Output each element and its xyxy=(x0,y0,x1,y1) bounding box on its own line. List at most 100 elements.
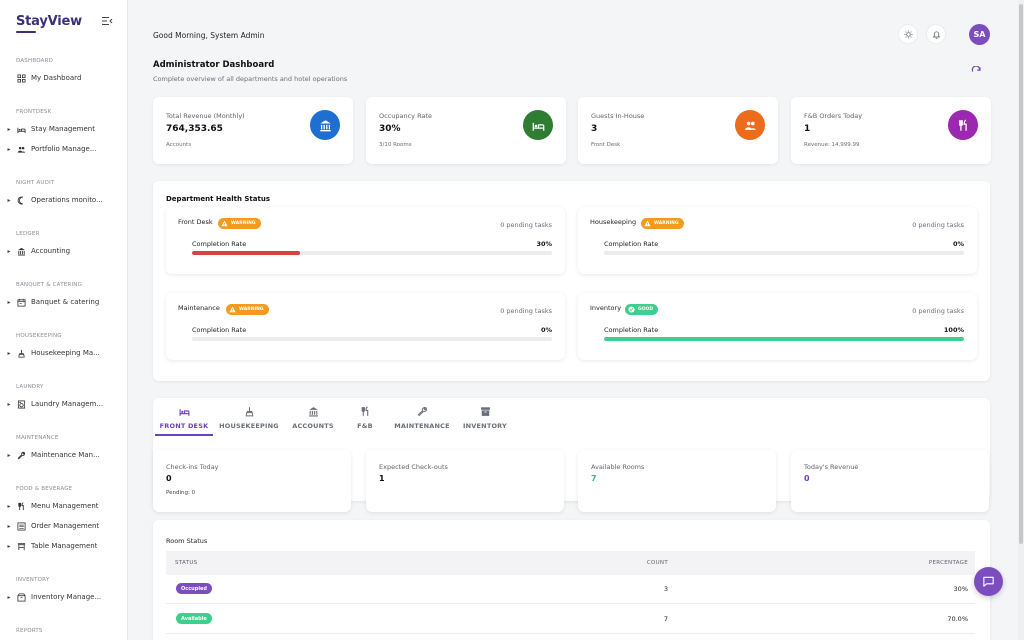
nav-section-dashboard: DASHBOARD xyxy=(16,58,54,64)
user-avatar[interactable]: SA xyxy=(969,24,990,45)
sidebar-item-inventory-manage[interactable]: ▸ Inventory Manage... xyxy=(6,589,124,605)
column-header-count[interactable]: COUNT xyxy=(647,560,668,566)
table-row[interactable]: Occupied 3 30% xyxy=(166,575,975,604)
expand-caret-icon[interactable]: ▸ xyxy=(6,523,12,530)
completion-value: 100% xyxy=(943,326,964,334)
department-card-maintenance[interactable]: Maintenance WARNING 0 pending tasks Complet… xyxy=(166,293,565,360)
sidebar-item-accounting[interactable]: ▸ Accounting xyxy=(6,243,124,259)
stat-card-total-revenue-monthly[interactable]: Total Revenue (Monthly) 764,353.65 Account… xyxy=(153,97,353,164)
chat-button[interactable] xyxy=(974,567,1003,596)
status-badge-label: WARNING xyxy=(239,307,264,312)
sidebar-item-order-management[interactable]: ▸ Order Management xyxy=(6,518,124,534)
sidebar-item-my-dashboard[interactable]: My Dashboard xyxy=(6,70,124,86)
scrollbar-thumb[interactable] xyxy=(1019,4,1023,544)
tab-housekeeping[interactable]: HOUSEKEEPING xyxy=(214,405,284,437)
warning-icon xyxy=(229,306,236,313)
status-badge-label: GOOD xyxy=(638,307,654,312)
table-icon xyxy=(16,541,26,551)
column-header-status[interactable]: STATUS xyxy=(175,560,197,566)
department-card-inventory[interactable]: Inventory GOOD 0 pending tasks Completion R… xyxy=(578,293,977,360)
sidebar-item-label: Stay Management xyxy=(31,125,95,133)
stat-card-f-b-orders-today[interactable]: F&B Orders Today 1 Revenue: 14,999.99 xyxy=(791,97,991,164)
sidebar-item-label: Table Management xyxy=(31,542,98,550)
metric-card-today-s-revenue[interactable]: Today's Revenue 0 xyxy=(791,450,989,512)
sidebar-item-operations-monito[interactable]: ▸ Operations monito... xyxy=(6,192,124,208)
sidebar-item-stay-management[interactable]: ▸ Stay Management xyxy=(6,121,124,137)
broom-icon xyxy=(245,406,253,416)
expand-caret-icon[interactable]: ▸ xyxy=(6,350,12,357)
expand-caret-icon[interactable]: ▸ xyxy=(6,248,12,255)
sidebar-item-maintenance-man[interactable]: ▸ Maintenance Man... xyxy=(6,447,124,463)
metric-label: Today's Revenue xyxy=(804,463,859,471)
table-icon xyxy=(17,542,25,550)
expand-caret-icon[interactable]: ▸ xyxy=(6,126,12,133)
box-icon xyxy=(16,592,26,602)
column-header-percentage[interactable]: PERCENTAGE xyxy=(929,560,968,566)
warning-icon xyxy=(221,220,228,227)
tab-maintenance[interactable]: MAINTENANCE xyxy=(387,405,457,437)
sidebar-item-label: Portfolio Manage... xyxy=(31,145,97,153)
metric-label: Available Rooms xyxy=(591,463,645,471)
tab-inventory[interactable]: INVENTORY xyxy=(450,405,520,437)
completion-progress-track xyxy=(604,337,964,341)
warning-icon xyxy=(229,306,236,313)
bank-icon xyxy=(307,405,319,417)
stat-label: Guests In-House xyxy=(591,112,645,120)
stat-icon-badge xyxy=(310,110,340,140)
expand-caret-icon[interactable]: ▸ xyxy=(6,197,12,204)
metric-card-check-ins-today[interactable]: Check-ins Today 0 Pending: 0 xyxy=(153,450,351,512)
sidebar-item-portfolio-manage[interactable]: ▸ Portfolio Manage... xyxy=(6,141,124,157)
tab-front-desk[interactable]: FRONT DESK xyxy=(149,405,219,437)
nav-section-food-beverage: FOOD & BEVERAGE xyxy=(16,486,73,492)
utensils-icon xyxy=(359,405,371,417)
department-card-front-desk[interactable]: Front Desk WARNING 0 pending tasks Completi… xyxy=(166,207,565,274)
grid-icon xyxy=(16,73,26,83)
expand-caret-icon[interactable]: ▸ xyxy=(6,594,12,601)
brand-logo[interactable]: StayView xyxy=(16,14,82,29)
list-icon xyxy=(16,521,26,531)
stat-value: 30% xyxy=(379,124,401,134)
metric-label: Expected Check-outs xyxy=(379,463,448,471)
pending-tasks: 0 pending tasks xyxy=(500,221,552,229)
expand-caret-icon[interactable]: ▸ xyxy=(6,503,12,510)
theme-toggle-button[interactable] xyxy=(898,24,918,44)
stat-value: 1 xyxy=(804,124,811,134)
collapse-menu-icon[interactable] xyxy=(101,16,113,26)
metric-card-available-rooms[interactable]: Available Rooms 7 xyxy=(578,450,776,512)
sidebar-item-laundry-managem[interactable]: ▸ Laundry Managem... xyxy=(6,396,124,412)
sidebar-item-menu-management[interactable]: ▸ Menu Management xyxy=(6,498,124,514)
room-status-title: Room Status xyxy=(166,537,208,545)
sidebar-item-label: Banquet & catering xyxy=(31,298,100,306)
stat-card-guests-in-house[interactable]: Guests In-House 3 Front Desk xyxy=(578,97,778,164)
metric-card-expected-check-outs[interactable]: Expected Check-outs 1 xyxy=(366,450,564,512)
page-scrollbar[interactable] xyxy=(1018,0,1024,640)
sidebar-item-housekeeping-ma[interactable]: ▸ Housekeeping Ma... xyxy=(6,345,124,361)
table-row[interactable]: Available 7 70.0% xyxy=(166,605,975,634)
sidebar-item-label: Laundry Managem... xyxy=(31,400,104,408)
completion-label: Completion Rate xyxy=(604,240,659,248)
completion-label: Completion Rate xyxy=(192,326,247,334)
expand-caret-icon[interactable]: ▸ xyxy=(6,146,12,153)
wrench-icon xyxy=(17,451,25,459)
completion-value: 0% xyxy=(952,240,964,248)
wrench-icon xyxy=(416,405,428,417)
completion-label: Completion Rate xyxy=(604,326,659,334)
tab-label: F&B xyxy=(357,422,373,430)
check-circle-icon xyxy=(628,306,635,313)
nav-section-reports: REPORTS xyxy=(16,628,43,634)
sidebar-item-table-management[interactable]: ▸ Table Management xyxy=(6,538,124,554)
sidebar-item-label: Menu Management xyxy=(31,502,99,510)
notifications-button[interactable] xyxy=(926,24,946,44)
department-card-housekeeping[interactable]: Housekeeping WARNING 0 pending tasks Comple… xyxy=(578,207,977,274)
expand-caret-icon[interactable]: ▸ xyxy=(6,299,12,306)
expand-caret-icon[interactable]: ▸ xyxy=(6,401,12,408)
stat-card-occupancy-rate[interactable]: Occupancy Rate 30% 3/10 Rooms xyxy=(366,97,566,164)
expand-caret-icon[interactable]: ▸ xyxy=(6,452,12,459)
sidebar-item-banquet-catering[interactable]: ▸ Banquet & catering xyxy=(6,294,124,310)
count-cell: 3 xyxy=(663,585,668,593)
warning-icon xyxy=(644,220,651,227)
completion-progress-track xyxy=(192,251,552,255)
expand-caret-icon[interactable]: ▸ xyxy=(6,543,12,550)
completion-label: Completion Rate xyxy=(192,240,247,248)
refresh-button[interactable] xyxy=(971,65,983,78)
